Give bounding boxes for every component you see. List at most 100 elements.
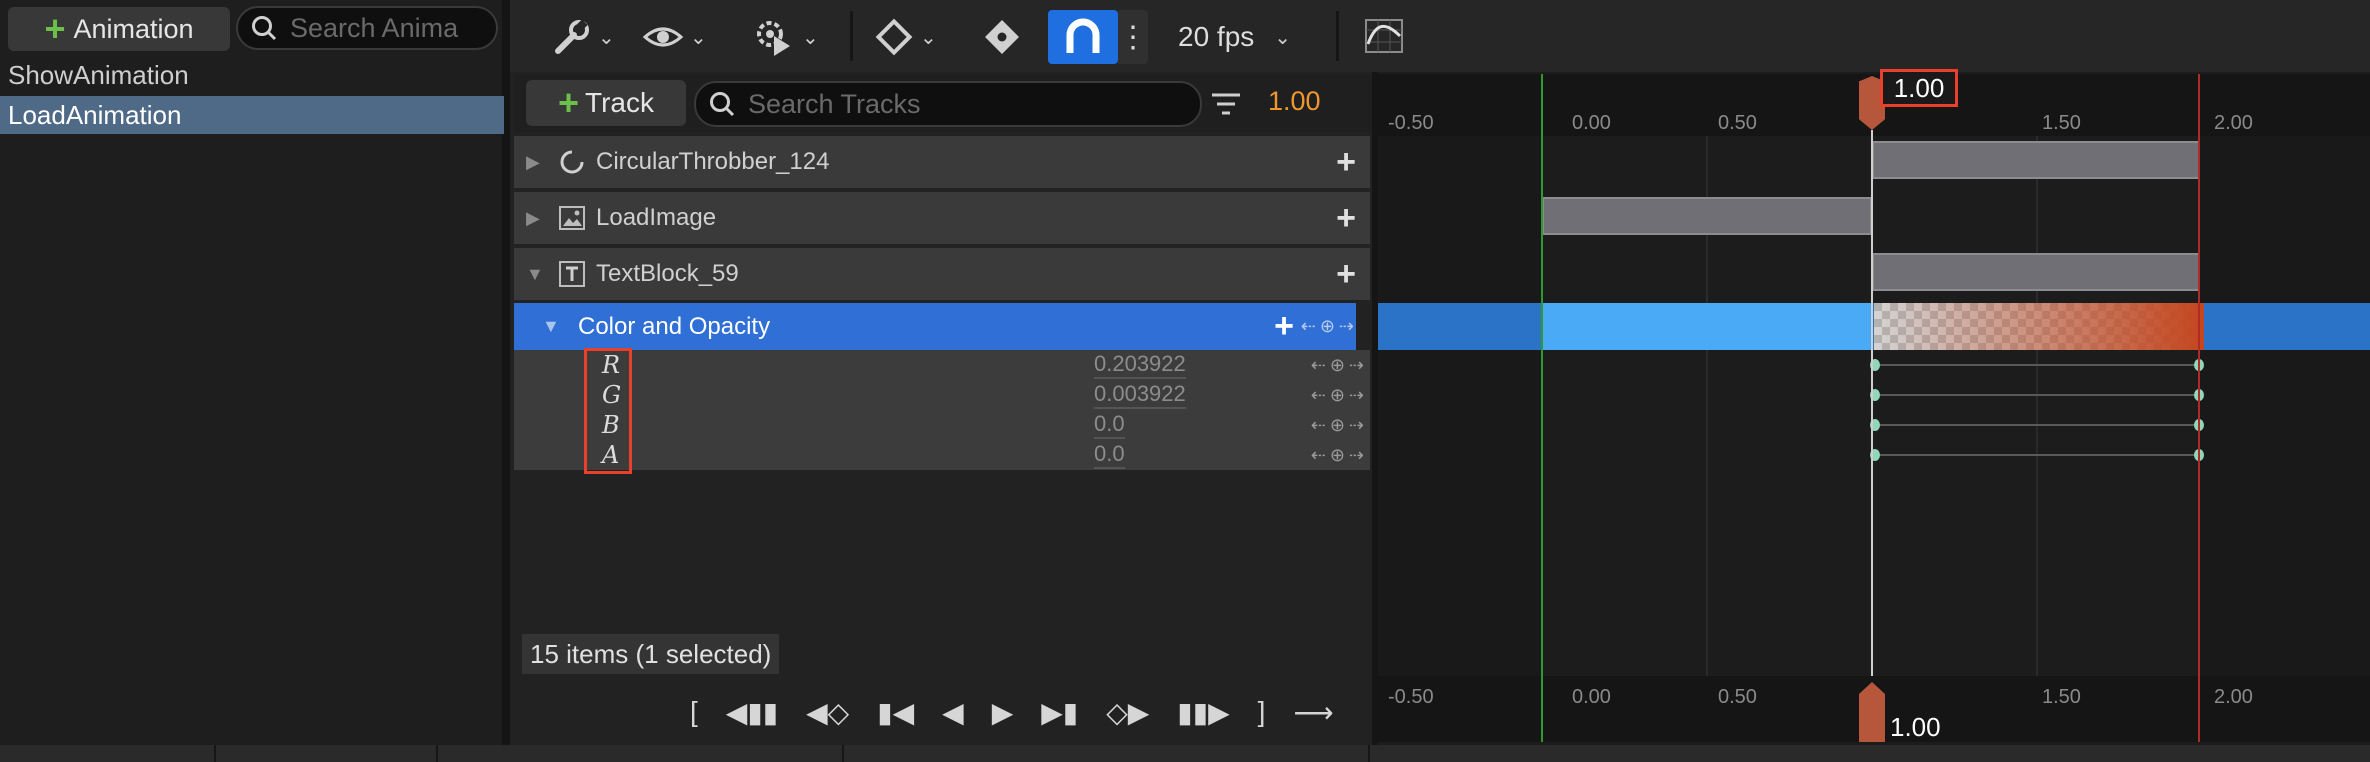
tools-menu-button[interactable]: ⌄	[552, 14, 615, 60]
tick-label: 2.00	[2214, 112, 2253, 134]
track-row-textblock[interactable]: ▼ TextBlock_59 +	[514, 248, 1370, 300]
channel-row-g[interactable]: G 0.003922 ⇠ ⊕ ⇢	[514, 380, 1370, 410]
track-section-textblock[interactable]	[1872, 253, 2200, 291]
previous-key-icon[interactable]: ⇠	[1311, 385, 1326, 406]
tick-label: 1.50	[2042, 686, 2081, 708]
key-line-a	[1876, 454, 2198, 456]
previous-key-icon[interactable]: ⇠	[1311, 415, 1326, 436]
add-key-icon[interactable]: ⊕	[1320, 316, 1335, 337]
next-key-icon[interactable]: ⇢	[1349, 385, 1364, 406]
track-label: CircularThrobber_124	[596, 148, 830, 175]
animation-search-input[interactable]: Search Anima	[236, 6, 498, 50]
track-section-throbber[interactable]	[1872, 141, 2200, 179]
tick-label: 0.50	[1718, 112, 1757, 134]
key-icon	[985, 20, 1019, 54]
add-subtrack-button[interactable]: +	[1336, 143, 1356, 182]
add-subtrack-button[interactable]: +	[1336, 255, 1356, 294]
expand-arrow-icon[interactable]: ▶	[526, 208, 548, 229]
color-gradient-section[interactable]	[1874, 303, 2204, 350]
next-key-icon[interactable]: ⇢	[1349, 445, 1364, 466]
key-navigation[interactable]: ⇠ ⊕ ⇢	[1311, 415, 1364, 436]
next-key-icon[interactable]: ⇢	[1339, 316, 1354, 337]
add-key-icon[interactable]: ⊕	[1330, 415, 1345, 436]
collapse-arrow-icon[interactable]: ▼	[526, 264, 548, 285]
jump-to-start-icon[interactable]: [	[690, 696, 698, 728]
channel-value-input[interactable]: 0.203922	[1094, 351, 1186, 379]
add-animation-button[interactable]: + Animation	[8, 7, 230, 51]
key-navigation[interactable]: ⇠ ⊕ ⇢	[1301, 316, 1354, 337]
previous-frame-icon[interactable]: ◀▮▮	[726, 696, 778, 729]
channel-row-b[interactable]: B 0.0 ⇠ ⊕ ⇢	[514, 410, 1370, 440]
view-options-button[interactable]: ⌄	[642, 14, 707, 60]
add-subtrack-button[interactable]: +	[1336, 199, 1356, 238]
curve-editor-button[interactable]	[1364, 18, 1404, 59]
channel-row-a[interactable]: A 0.0 ⇠ ⊕ ⇢	[514, 440, 1370, 470]
previous-key-icon[interactable]: ⇠	[1311, 445, 1326, 466]
animation-list-item[interactable]: ShowAnimation	[0, 56, 504, 94]
tick-label: 0.00	[1572, 686, 1611, 708]
channel-value-input[interactable]: 0.0	[1094, 441, 1125, 469]
next-key-icon[interactable]: ⇢	[1349, 355, 1364, 376]
eye-icon	[642, 27, 684, 47]
previous-key-icon[interactable]: ⇠	[1301, 316, 1316, 337]
key-navigation[interactable]: ⇠ ⊕ ⇢	[1311, 445, 1364, 466]
collapse-arrow-icon[interactable]: ▼	[542, 316, 564, 337]
channel-row-r[interactable]: R 0.203922 ⇠ ⊕ ⇢	[514, 350, 1370, 380]
add-animation-label: Animation	[73, 13, 194, 44]
channel-value-input[interactable]: 0.003922	[1094, 381, 1186, 409]
keyframe-diamond-icon	[875, 18, 913, 56]
tick-label: -0.50	[1388, 686, 1434, 708]
key-navigation[interactable]: ⇠ ⊕ ⇢	[1311, 385, 1364, 406]
track-label: LoadImage	[596, 204, 717, 231]
track-row-color-and-opacity[interactable]: ▼ Color and Opacity + ⇠ ⊕ ⇢	[514, 303, 1356, 350]
add-key-icon[interactable]: ⊕	[1330, 385, 1345, 406]
bottom-status-strip	[0, 745, 2370, 762]
jump-to-end-icon[interactable]: ]	[1258, 696, 1266, 728]
track-row-circularthrobber[interactable]: ▶ CircularThrobber_124 +	[514, 136, 1370, 188]
previous-key-icon[interactable]: ⇠	[1311, 355, 1326, 376]
track-section-loadimage[interactable]	[1542, 197, 1872, 235]
previous-key-icon[interactable]: ◀◇	[806, 696, 849, 729]
strip-separator	[436, 745, 438, 762]
key-all-button[interactable]	[982, 14, 1024, 60]
track-search-input[interactable]: Search Tracks	[694, 81, 1202, 127]
snap-options-button[interactable]: ⋮	[1118, 10, 1148, 64]
keyframe-options-button[interactable]: ⌄	[874, 14, 937, 60]
animation-item-label: LoadAnimation	[8, 99, 182, 130]
play-reverse-icon[interactable]: ◀	[942, 696, 964, 729]
add-key-button[interactable]: +	[1274, 307, 1294, 346]
next-key-icon[interactable]: ◇▶	[1106, 696, 1149, 729]
track-label: TextBlock_59	[596, 260, 739, 287]
play-icon[interactable]: ▶	[992, 696, 1014, 729]
add-key-icon[interactable]: ⊕	[1330, 355, 1345, 376]
pre-roll-region	[1378, 136, 1541, 676]
playhead-time-text: 1.00	[1893, 72, 1945, 103]
expand-arrow-icon[interactable]: ▶	[526, 152, 548, 173]
playback-end-marker[interactable]	[2198, 74, 2200, 742]
grid-line	[2036, 136, 2038, 676]
track-row-loadimage[interactable]: ▶ LoadImage +	[514, 192, 1370, 244]
loop-icon[interactable]: ⟶	[1293, 696, 1333, 729]
add-key-icon[interactable]: ⊕	[1330, 445, 1345, 466]
channel-value-input[interactable]: 0.0	[1094, 411, 1125, 439]
current-time-display[interactable]: 1.00	[1268, 86, 1321, 117]
add-track-button[interactable]: + Track	[526, 80, 686, 126]
next-frame-icon[interactable]: ▮▮▶	[1177, 696, 1229, 729]
track-search-placeholder: Search Tracks	[748, 88, 921, 119]
playback-start-marker[interactable]	[1541, 74, 1543, 742]
playback-options-button[interactable]: ⌄	[752, 14, 819, 60]
step-forward-icon[interactable]: ▶▮	[1041, 696, 1078, 729]
track-status: 15 items (1 selected)	[522, 634, 780, 674]
animation-list-item-selected[interactable]: LoadAnimation	[0, 96, 504, 134]
chevron-down-icon: ⌄	[920, 26, 937, 49]
step-back-icon[interactable]: ▮◀	[877, 696, 914, 729]
next-key-icon[interactable]: ⇢	[1349, 415, 1364, 436]
key-navigation[interactable]: ⇠ ⊕ ⇢	[1311, 355, 1364, 376]
filter-button[interactable]	[1208, 86, 1244, 122]
snap-toggle-button[interactable]	[1048, 10, 1118, 64]
color-section-before[interactable]	[1542, 303, 1872, 350]
fps-dropdown[interactable]: 20 fps ⌄	[1178, 14, 1291, 60]
playhead-line[interactable]	[1871, 130, 1873, 676]
playhead-handle-bottom[interactable]	[1859, 682, 1885, 742]
playhead-time-label: 1.00	[1880, 69, 1958, 107]
